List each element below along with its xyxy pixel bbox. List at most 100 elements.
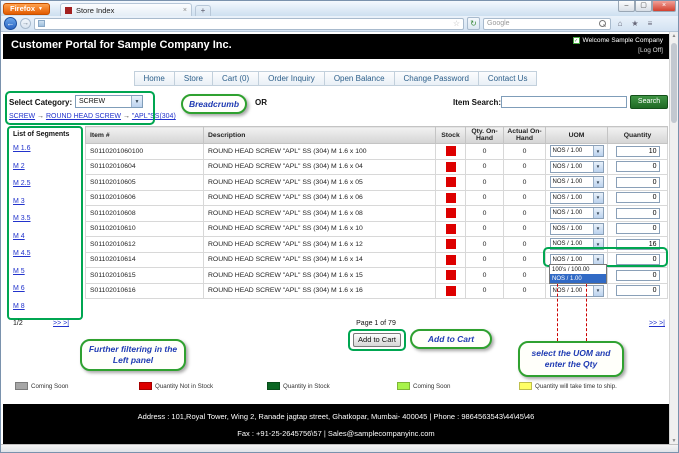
segment-link[interactable]: M 4 [13, 233, 77, 240]
add-to-cart-button[interactable]: Add to Cart [353, 333, 401, 347]
uom-dropdown[interactable]: NOS / 1.00 ▼ [549, 207, 604, 220]
search-button[interactable]: Search [630, 95, 668, 109]
table-next-links[interactable]: >> >| [601, 320, 665, 327]
nav-item-store[interactable]: Store [173, 71, 213, 86]
forward-button[interactable]: → [20, 18, 31, 29]
item-search-input[interactable] [501, 96, 627, 108]
nav-item-open-balance[interactable]: Open Balance [323, 71, 395, 86]
bookmarks-icon[interactable]: ★ [629, 19, 641, 28]
uom-option[interactable]: NOS / 1.00 [550, 274, 606, 283]
quantity-input[interactable] [615, 176, 660, 188]
uom-dropdown[interactable]: NOS / 1.00 ▼ [549, 176, 604, 189]
uom-dropdown[interactable]: NOS / 1.00 ▼ [549, 191, 604, 204]
item-description: ROUND HEAD SCREW "APL" SS (304) M 1.6 x … [203, 189, 436, 206]
segments-next-link[interactable]: >> >| [53, 320, 69, 327]
table-next-link[interactable]: >> >| [649, 320, 665, 327]
quantity-input[interactable] [615, 238, 660, 250]
item-description: ROUND HEAD SCREW "APL" SS (304) M 1.6 x … [203, 158, 436, 175]
nav-item-home[interactable]: Home [133, 71, 175, 86]
browser-search-box[interactable]: Google [483, 17, 611, 30]
callout-breadcrumb: Breadcrumb [181, 94, 247, 114]
quantity-input[interactable] [615, 254, 660, 266]
item-number: S01102010604 [85, 158, 204, 175]
actual-on-hand: 0 [503, 143, 546, 160]
welcome-text: Welcome Sample Company [582, 37, 663, 44]
quantity-input[interactable] [615, 207, 660, 219]
item-description: ROUND HEAD SCREW "APL" SS (304) M 1.6 x … [203, 143, 436, 160]
scrollbar-thumb[interactable] [671, 43, 677, 123]
uom-dropdown[interactable]: NOS / 1.00 ▼ [549, 160, 604, 173]
table-row: S0110201060100 ROUND HEAD SCREW "APL" SS … [85, 143, 668, 160]
browser-statusbar [1, 444, 678, 452]
quantity-cell [607, 267, 668, 284]
breadcrumb-link[interactable]: ROUND HEAD SCREW [46, 113, 121, 120]
segment-link[interactable]: M 8 [13, 303, 77, 310]
scroll-up-icon[interactable]: ▲ [670, 32, 678, 41]
qty-on-hand: 0 [465, 236, 504, 253]
logoff-link[interactable]: [Log Off] [573, 46, 663, 56]
uom-value: NOS / 1.00 [552, 179, 583, 186]
nav-item-order-inquiry[interactable]: Order Inquiry [258, 71, 325, 86]
column-header: Qty. On-Hand [465, 126, 504, 144]
breadcrumb-link[interactable]: SCREW [9, 113, 35, 120]
category-select[interactable]: SCREW ▼ [75, 95, 143, 108]
quantity-input[interactable] [615, 223, 660, 235]
breadcrumb-link[interactable]: "APL"SS(304) [132, 113, 176, 120]
segments-next-links[interactable]: >> >| [53, 320, 69, 327]
callout-uom: select the UOM and enter the Qty [518, 341, 624, 377]
column-header: Quantity [607, 126, 668, 144]
browser-tab[interactable]: Store Index × [59, 3, 192, 16]
close-button[interactable]: × [652, 1, 676, 12]
minimize-button[interactable]: – [618, 1, 635, 12]
uom-cell: NOS / 1.00 ▼ [545, 236, 608, 253]
qty-on-hand: 0 [465, 282, 504, 299]
reload-button[interactable]: ↻ [467, 17, 480, 30]
search-icon[interactable] [599, 19, 607, 28]
firefox-menu-button[interactable]: Firefox ▼ [3, 2, 50, 15]
bookmark-star-icon[interactable]: ☆ [453, 19, 460, 28]
window-controls: – ▢ × [618, 1, 676, 12]
stock-cell [435, 143, 466, 160]
quantity-input[interactable] [615, 285, 660, 297]
quantity-input[interactable] [615, 192, 660, 204]
quantity-cell [607, 189, 668, 206]
uom-dropdown[interactable]: NOS / 1.00 ▼ [549, 238, 604, 251]
chevron-down-icon: ▼ [592, 146, 603, 157]
table-row: S01102010605 ROUND HEAD SCREW "APL" SS (3… [85, 174, 668, 191]
maximize-button[interactable]: ▢ [635, 1, 652, 12]
address-bar[interactable]: ☆ [34, 17, 464, 30]
vertical-scrollbar[interactable]: ▲ ▼ [669, 32, 678, 446]
nav-item-cart-0-[interactable]: Cart (0) [212, 71, 260, 86]
quantity-cell [607, 236, 668, 253]
uom-dropdown[interactable]: NOS / 1.00 ▼ [549, 145, 604, 158]
segment-link[interactable]: M 6 [13, 285, 77, 292]
uom-dropdown[interactable]: NOS / 1.00 ▼ [549, 222, 604, 235]
segment-link[interactable]: M 2 [13, 163, 77, 170]
category-label: Select Category: [9, 98, 73, 107]
nav-item-contact-us[interactable]: Contact Us [477, 71, 538, 86]
column-header: Item # [85, 126, 204, 144]
browser-toolbar: ← → ☆ ↻ Google ⌂ ★ ≡ [1, 16, 678, 32]
new-tab-button[interactable]: + [194, 5, 211, 16]
stock-indicator [445, 254, 456, 265]
quantity-input[interactable] [615, 269, 660, 281]
segment-link[interactable]: M 2.5 [13, 180, 77, 187]
segment-link[interactable]: M 4.5 [13, 250, 77, 257]
legend-color-swatch [139, 382, 152, 390]
segment-link[interactable]: M 3.5 [13, 215, 77, 222]
uom-value: NOS / 1.00 [552, 241, 583, 248]
uom-cell: NOS / 1.00 ▼ [545, 220, 608, 237]
quantity-input[interactable] [615, 145, 660, 157]
segment-link[interactable]: M 1.6 [13, 145, 77, 152]
tab-close-icon[interactable]: × [183, 7, 187, 14]
chevron-down-icon: ▼ [592, 208, 603, 219]
nav-item-change-password[interactable]: Change Password [393, 71, 479, 86]
segment-link[interactable]: M 5 [13, 268, 77, 275]
legend-item: Quantity Not in Stock [139, 382, 213, 390]
home-icon[interactable]: ⌂ [614, 19, 626, 28]
segment-link[interactable]: M 3 [13, 198, 77, 205]
back-button[interactable]: ← [4, 17, 17, 30]
quantity-input[interactable] [615, 161, 660, 173]
uom-option[interactable]: 100's / 100.00 [550, 265, 606, 274]
menu-icon[interactable]: ≡ [644, 19, 656, 28]
